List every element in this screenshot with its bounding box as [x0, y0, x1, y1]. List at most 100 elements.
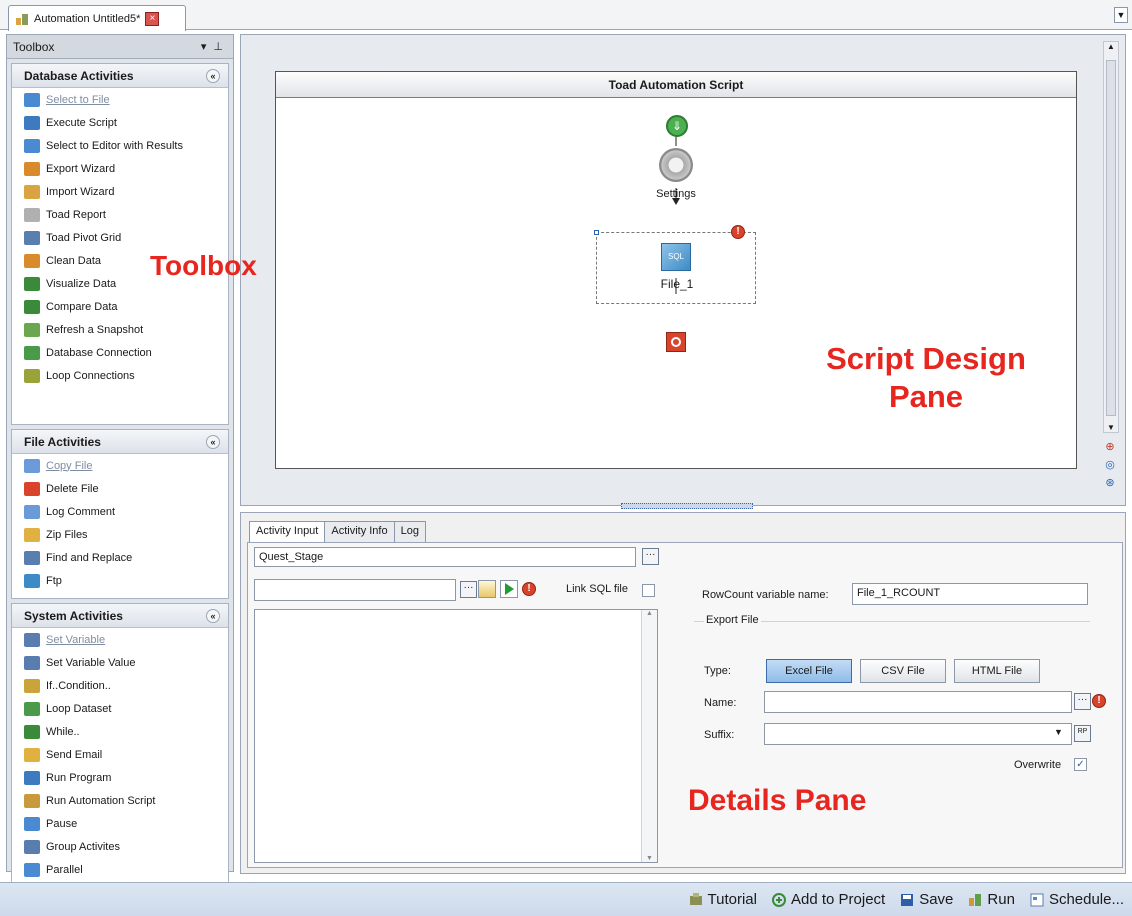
- database-connection-icon: [24, 345, 40, 360]
- toolbox-item[interactable]: Group Activites: [12, 835, 228, 858]
- toolbox-item-label: Toad Pivot Grid: [46, 231, 122, 244]
- sql-file-field[interactable]: [254, 579, 456, 601]
- toolbox-item[interactable]: Send Email: [12, 743, 228, 766]
- toolbox-item[interactable]: Export Wizard: [12, 157, 228, 180]
- editor-scrollbar[interactable]: ▲ ▼: [641, 610, 657, 862]
- zoom-icon[interactable]: ⊕: [1103, 440, 1117, 454]
- vertical-scrollbar[interactable]: ▲ ▼: [1103, 41, 1119, 433]
- binoculars-icon[interactable]: ◎: [1103, 458, 1117, 472]
- error-icon: !: [1092, 694, 1106, 708]
- toolbox-item[interactable]: Compare Data: [12, 295, 228, 318]
- system-activities-section: System Activities « Set Variable Set Vari…: [11, 603, 229, 891]
- send-email-icon: [24, 747, 40, 762]
- start-node-icon[interactable]: ⇓: [666, 115, 688, 137]
- tab-log[interactable]: Log: [393, 521, 426, 543]
- toolbox-item[interactable]: Parallel: [12, 858, 228, 881]
- details-pane: Activity Input Activity Info Log Quest_S…: [240, 512, 1126, 874]
- tab-activity-info[interactable]: Activity Info: [324, 521, 395, 543]
- toolbox-item[interactable]: Delete File: [12, 477, 228, 500]
- toolbox-item[interactable]: Loop Connections: [12, 364, 228, 387]
- tab-activity-input[interactable]: Activity Input: [249, 521, 326, 543]
- toolbox-item[interactable]: Toad Pivot Grid: [12, 226, 228, 249]
- link-sql-checkbox[interactable]: [642, 584, 655, 597]
- collapse-icon[interactable]: «: [206, 434, 220, 449]
- rowcount-field[interactable]: File_1_RCOUNT: [852, 583, 1088, 605]
- scrollbar-thumb[interactable]: [1106, 60, 1116, 416]
- name-browse-button[interactable]: ···: [1074, 693, 1091, 710]
- toolbox-item[interactable]: Find and Replace: [12, 546, 228, 569]
- toolbox-item[interactable]: Import Wizard: [12, 180, 228, 203]
- section-header[interactable]: File Activities «: [12, 430, 228, 454]
- scroll-down-icon[interactable]: ▼: [642, 855, 657, 862]
- toolbox-item[interactable]: Log Comment: [12, 500, 228, 523]
- toolbox-item[interactable]: Database Connection: [12, 341, 228, 364]
- settings-node-icon[interactable]: [659, 148, 693, 182]
- toolbox-item[interactable]: Pause: [12, 812, 228, 835]
- select-to-editor-icon: [24, 138, 40, 153]
- scroll-up-icon[interactable]: ▲: [642, 610, 657, 617]
- toolbox-item[interactable]: Toad Report: [12, 203, 228, 226]
- schedule-button[interactable]: Schedule...: [1029, 891, 1124, 908]
- save-button[interactable]: Save: [899, 891, 953, 908]
- toolbox-title: Toolbox: [13, 39, 55, 54]
- collapse-icon[interactable]: «: [206, 68, 220, 83]
- overwrite-checkbox[interactable]: ✓: [1074, 758, 1087, 771]
- toolbox-item[interactable]: Refresh a Snapshot: [12, 318, 228, 341]
- toad-report-icon: [24, 207, 40, 222]
- toolbox-item[interactable]: Copy File: [12, 454, 228, 477]
- document-tab[interactable]: Automation Untitled5* ×: [8, 5, 186, 31]
- tutorial-button[interactable]: Tutorial: [688, 891, 757, 908]
- suffix-field[interactable]: [764, 723, 1072, 745]
- suffix-dropdown-icon[interactable]: ▼: [1054, 727, 1063, 737]
- toolbox-item-label: Run Automation Script: [46, 794, 156, 807]
- pin-icon[interactable]: ⊥: [213, 41, 225, 53]
- toolbox-item[interactable]: Set Variable: [12, 628, 228, 651]
- chevron-down-icon[interactable]: ▼: [1114, 7, 1128, 23]
- collapse-icon[interactable]: «: [206, 608, 220, 623]
- edit-sql-icon[interactable]: [478, 580, 496, 598]
- error-icon: !: [522, 582, 536, 596]
- toolbox-dropdown-icon[interactable]: ▾: [201, 41, 209, 53]
- toolbox-item[interactable]: Zip Files: [12, 523, 228, 546]
- activity-input-panel: Quest_Stage ··· ··· ! Link SQL file ▲ ▼ …: [247, 542, 1123, 868]
- toolbox-item[interactable]: Run Program: [12, 766, 228, 789]
- toolbox-item[interactable]: If..Condition..: [12, 674, 228, 697]
- connection-browse-button[interactable]: ···: [642, 548, 659, 565]
- execute-script-icon: [24, 115, 40, 130]
- sql-editor[interactable]: ▲ ▼: [254, 609, 658, 863]
- scroll-down-icon[interactable]: ▼: [1104, 423, 1118, 432]
- sql-file-browse-button[interactable]: ···: [460, 581, 477, 598]
- run-icon: [969, 893, 982, 906]
- toolbox-item-label: Set Variable Value: [46, 656, 136, 669]
- pane-splitter[interactable]: [621, 503, 753, 509]
- connection-field[interactable]: Quest_Stage: [254, 547, 636, 567]
- run-sql-icon[interactable]: [500, 580, 518, 598]
- end-node-icon[interactable]: [666, 332, 686, 352]
- scroll-up-icon[interactable]: ▲: [1104, 42, 1118, 51]
- selection-handle[interactable]: [594, 230, 599, 235]
- close-icon[interactable]: ×: [145, 11, 160, 26]
- toolbox-item[interactable]: Select to File: [12, 88, 228, 111]
- add-to-project-button[interactable]: Add to Project: [771, 891, 885, 908]
- document-tab-strip: Automation Untitled5* × ▼: [0, 0, 1132, 31]
- toolbox-item[interactable]: Set Variable Value: [12, 651, 228, 674]
- name-field[interactable]: [764, 691, 1072, 713]
- run-button[interactable]: Run: [967, 891, 1015, 908]
- toolbox-item[interactable]: Select to Editor with Results: [12, 134, 228, 157]
- copy-file-icon: [24, 458, 40, 473]
- type-excel-button[interactable]: Excel File: [766, 659, 852, 683]
- toolbox-item[interactable]: Execute Script: [12, 111, 228, 134]
- toolbox-item[interactable]: Ftp: [12, 569, 228, 592]
- navigate-icon[interactable]: ⊛: [1103, 476, 1117, 490]
- toolbox-item[interactable]: Run Automation Script: [12, 789, 228, 812]
- suffix-format-button[interactable]: RP: [1074, 725, 1091, 742]
- type-html-button[interactable]: HTML File: [954, 659, 1040, 683]
- schedule-icon: [1030, 893, 1044, 906]
- section-header[interactable]: Database Activities «: [12, 64, 228, 88]
- toolbox-item[interactable]: Loop Dataset: [12, 697, 228, 720]
- section-header[interactable]: System Activities «: [12, 604, 228, 628]
- toolbox-item-label: Ftp: [46, 574, 62, 587]
- file-activity-node[interactable]: SQL File_1 !: [594, 225, 756, 304]
- toolbox-item[interactable]: While..: [12, 720, 228, 743]
- type-csv-button[interactable]: CSV File: [860, 659, 946, 683]
